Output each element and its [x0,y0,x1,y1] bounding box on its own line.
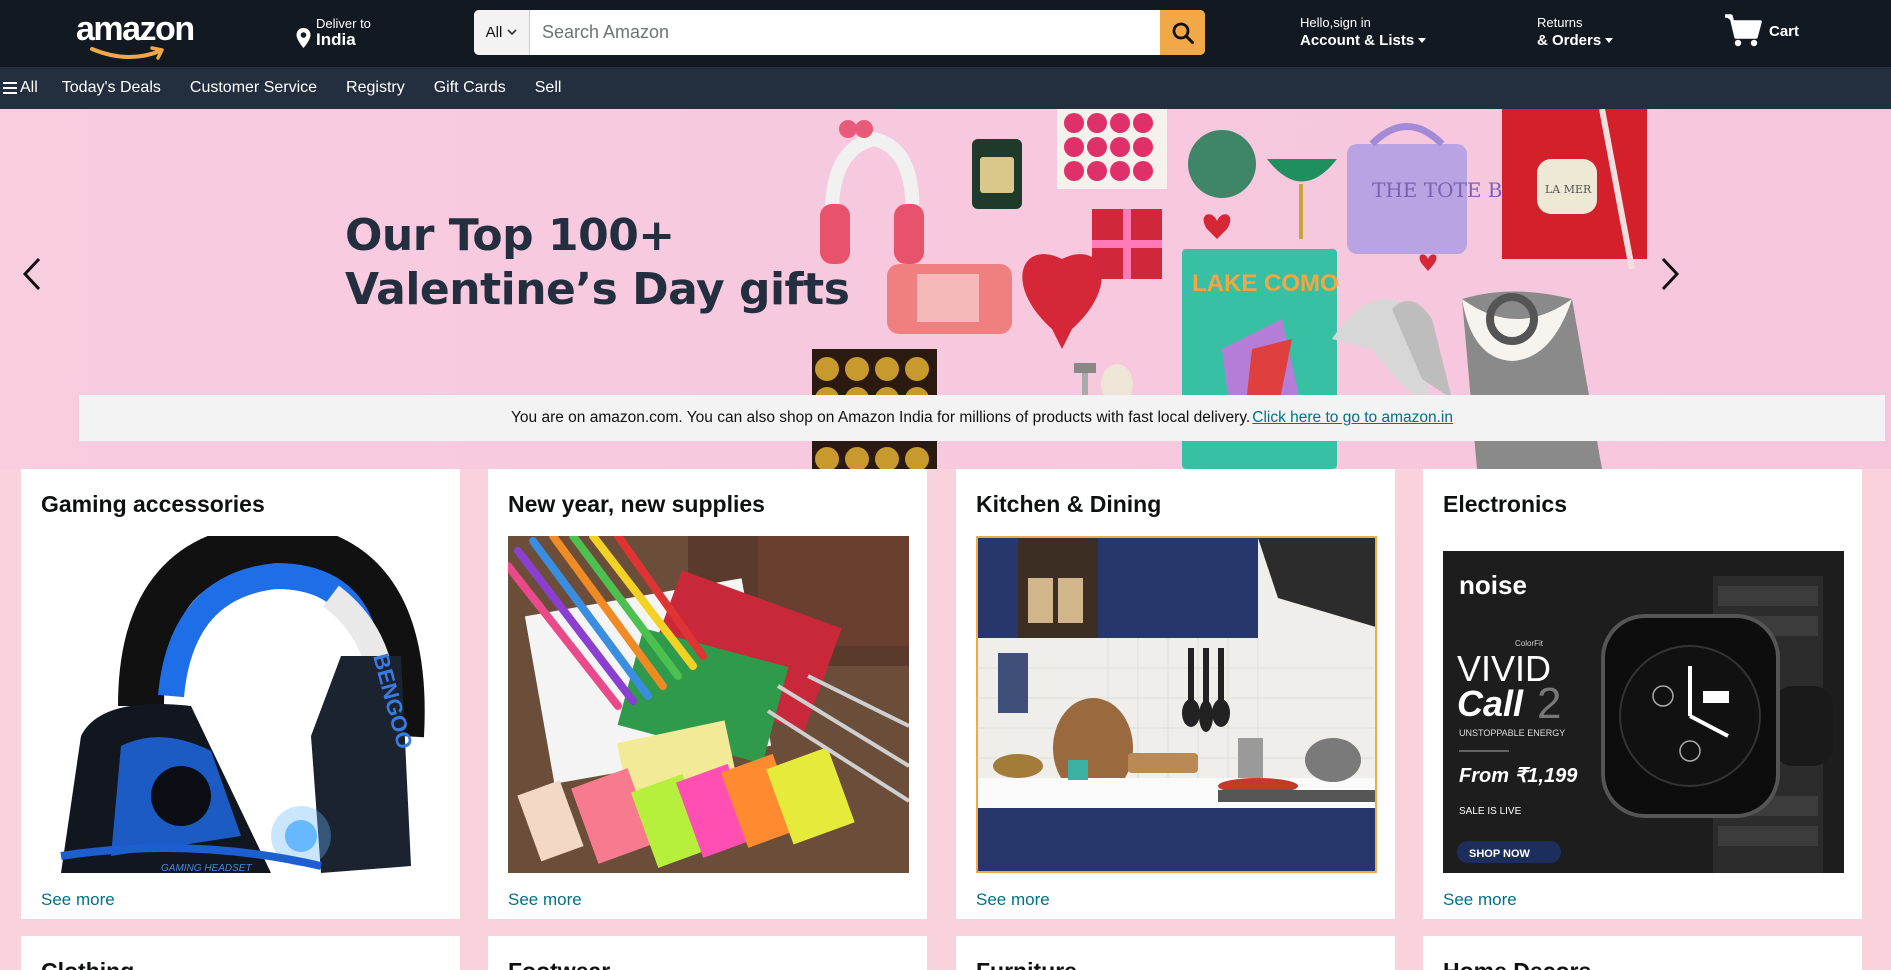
cart-label: Cart [1769,23,1800,40]
card-image[interactable]: noise ColorFit VIVID Call 2 UNSTOPPABLE … [1443,536,1844,873]
account-label: Account & Lists [1300,32,1415,49]
amazon-logo[interactable]: amazon [76,10,195,60]
la-mer-label: LA MER [1545,183,1592,196]
location-pin-icon [296,28,311,48]
book-title: LAKE COMO [1192,270,1339,297]
card-furniture: Furniture [956,936,1395,970]
card-image[interactable] [976,536,1377,873]
cart-icon [1725,14,1762,47]
card-home-decors: Home Decors [1423,936,1862,970]
returns-label: Returns [1537,15,1583,30]
amazon-india-notice: You are on amazon.com. You can also shop… [79,395,1885,441]
card-electronics: Electronics noise ColorFit VIVID Call 2 … [1423,469,1862,919]
search-icon [1172,22,1194,44]
see-more-link[interactable]: See more [41,890,115,910]
chevron-right-icon [1661,257,1680,291]
card-title: Furniture [976,958,1077,970]
card-kitchen-dining: Kitchen & Dining See more [956,469,1395,919]
deliver-country: India [316,30,356,49]
hero-title: Our Top 100+ Valentine’s Day gifts [345,210,850,315]
card-title: Gaming accessories [41,491,265,517]
nav-link-registry[interactable]: Registry [346,79,405,97]
nav-link-gift-cards[interactable]: Gift Cards [434,79,506,97]
card-title: Clothing [41,958,134,970]
see-more-link[interactable]: See more [508,890,582,910]
orders-label: & Orders [1537,32,1602,49]
returns-orders[interactable]: Returns & Orders [1537,15,1614,51]
carousel-prev-button[interactable] [14,249,50,299]
search-category-label: All [485,24,503,41]
carousel-next-button[interactable] [1652,249,1688,299]
caret-down-icon [1605,38,1614,43]
card-new-year-supplies: New year, new supplies See more [488,469,927,919]
search-input[interactable] [530,10,1160,55]
ad-cta: SHOP NOW [1469,848,1531,860]
card-footwear: Footwear [488,936,927,970]
amazon-india-link[interactable]: Click here to go to amazon.in [1252,409,1453,427]
all-label: All [20,79,38,96]
all-menu-button[interactable]: All [3,79,38,97]
caret-down-icon [1418,38,1427,43]
notice-text: You are on amazon.com. You can also shop… [510,409,1251,426]
card-title: Footwear [508,958,610,970]
ad-tagline: UNSTOPPABLE ENERGY [1459,728,1565,738]
kitchen-image [978,538,1375,871]
cart-button[interactable]: Cart [1723,13,1799,49]
chevron-down-icon [507,29,517,36]
logo-smile-icon [90,46,164,60]
see-more-link[interactable]: See more [976,890,1050,910]
card-title: Home Decors [1443,958,1591,970]
search-button[interactable] [1160,10,1205,55]
see-more-link[interactable]: See more [1443,890,1517,910]
card-title: Kitchen & Dining [976,491,1162,517]
card-title: Electronics [1443,491,1567,517]
noise-logo: noise [1459,570,1527,600]
top-nav: amazon Deliver to India All Hello,sign i… [0,0,1891,67]
search-bar: All [474,10,1205,55]
nav-link-sell[interactable]: Sell [535,79,562,97]
ad-headline-suffix: 2 [1537,679,1561,728]
card-title: New year, new supplies [508,491,765,517]
ad-sale: SALE IS LIVE [1459,806,1522,817]
card-clothing: Clothing [21,936,460,970]
ad-headline-call: Call [1457,683,1524,724]
account-greeting: Hello,sign in [1300,15,1371,30]
noise-smartwatch-ad-image: noise ColorFit VIVID Call 2 UNSTOPPABLE … [1443,551,1844,873]
logo-wordmark: amazon [76,10,195,48]
ad-price: From ₹1,199 [1459,765,1578,787]
card-image[interactable]: BENGOO GAMING HEADSET [41,536,442,873]
hamburger-icon [3,82,17,94]
office-supplies-image [508,536,909,873]
search-category-select[interactable]: All [474,10,530,55]
card-image[interactable] [508,536,909,873]
chevron-left-icon [22,257,41,291]
account-lists[interactable]: Hello,sign in Account & Lists [1300,15,1427,51]
ad-subbrand: ColorFit [1515,639,1544,648]
card-gaming-accessories: Gaming accessories BENGOO GAMING HEADSET… [21,469,460,919]
headset-band-print: GAMING HEADSET [161,863,252,873]
nav-link-todays-deals[interactable]: Today's Deals [62,79,161,97]
deliver-label: Deliver to [316,16,371,31]
secondary-nav: All Today's Deals Customer Service Regis… [0,67,1891,109]
nav-link-customer-service[interactable]: Customer Service [190,79,317,97]
gaming-headset-image: BENGOO GAMING HEADSET [41,536,442,873]
